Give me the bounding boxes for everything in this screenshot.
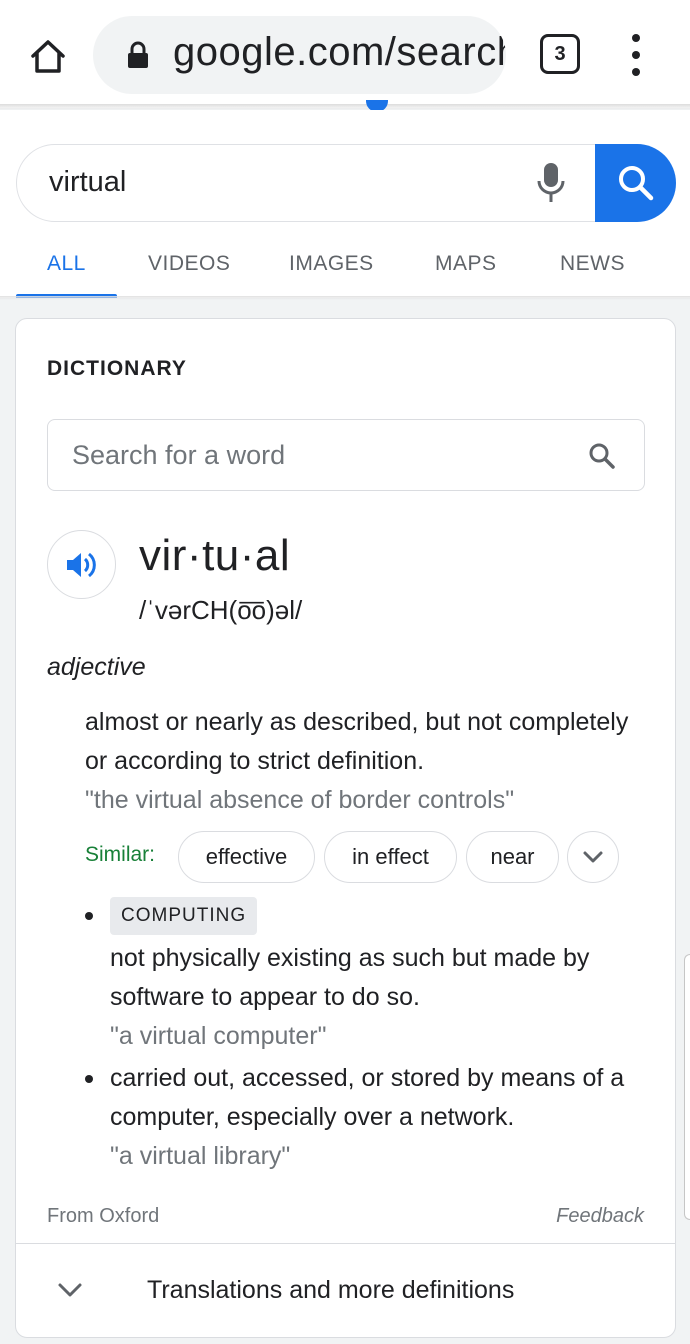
pronunciation-audio-button[interactable] <box>47 530 116 599</box>
sense-text: carried out, accessed, or stored by mean… <box>110 1064 625 1131</box>
word-search-box[interactable] <box>47 419 645 491</box>
sense-example: "a virtual computer" <box>110 1022 327 1050</box>
headword: vir·tu·al <box>139 531 291 580</box>
tab-switcher-button[interactable]: 3 <box>540 34 580 74</box>
tab-images[interactable]: IMAGES <box>289 252 374 276</box>
source-label: From Oxford <box>47 1205 160 1227</box>
part-of-speech: adjective <box>47 653 146 681</box>
search-box[interactable]: virtual <box>16 143 676 222</box>
search-header: virtual ALL VIDEOS IMAGES MAPS NEWS <box>0 110 690 298</box>
similar-words: Similar: effective in effect near <box>85 831 665 883</box>
speaker-icon <box>66 552 96 577</box>
similar-chip[interactable]: in effect <box>324 831 457 883</box>
pronunciation: /ˈvərCH(o͞o)əl/ <box>139 595 303 625</box>
tab-maps[interactable]: MAPS <box>435 252 497 276</box>
definition-1: almost or nearly as described, but not c… <box>85 703 645 820</box>
expand-similar-button[interactable] <box>567 831 619 883</box>
bullet <box>85 1075 93 1083</box>
mic-icon[interactable] <box>535 161 567 205</box>
home-icon <box>31 40 65 73</box>
similar-chip[interactable]: near <box>466 831 559 883</box>
dictionary-card: DICTIONARY vir·tu·al /ˈvərCH(o͞o)əl/ adj… <box>15 318 676 1338</box>
feedback-link[interactable]: Feedback <box>556 1205 644 1228</box>
lock-icon <box>128 41 148 68</box>
definition-example: "the virtual absence of border controls" <box>85 786 515 814</box>
address-bar[interactable]: google.com/search <box>93 16 506 94</box>
domain-label: COMPUTING <box>110 897 258 935</box>
tab-all[interactable]: ALL <box>47 252 86 276</box>
tabs-icon-count: 3 <box>554 42 566 65</box>
chevron-down-icon <box>58 1283 82 1297</box>
search-icon <box>618 165 653 200</box>
card-title: DICTIONARY <box>47 357 187 380</box>
header-shadow <box>0 296 690 300</box>
tab-news[interactable]: NEWS <box>560 252 625 276</box>
home-button[interactable] <box>22 30 74 82</box>
sense-example: "a virtual library" <box>110 1142 291 1170</box>
search-button[interactable] <box>595 143 676 222</box>
more-definitions-label: Translations and more definitions <box>147 1276 515 1304</box>
scrollbar[interactable] <box>684 954 690 1220</box>
more-vert-icon[interactable] <box>622 34 650 76</box>
similar-label: Similar: <box>85 843 156 866</box>
tab-videos[interactable]: VIDEOS <box>148 252 230 276</box>
word-search-input[interactable] <box>72 434 552 476</box>
search-icon[interactable] <box>588 442 616 470</box>
browser-toolbar: google.com/search 3 <box>0 0 690 108</box>
similar-chip[interactable]: effective <box>178 831 315 883</box>
bullet <box>85 912 93 920</box>
definition-text: almost or nearly as described, but not c… <box>85 708 629 775</box>
search-tabs: ALL VIDEOS IMAGES MAPS NEWS <box>0 246 690 298</box>
url-text: google.com/search <box>173 30 506 74</box>
chevron-down-icon <box>583 851 603 863</box>
more-definitions-row[interactable]: Translations and more definitions <box>16 1244 675 1337</box>
sense-text: not physically existing as such but made… <box>110 944 590 1011</box>
search-input[interactable]: virtual <box>49 166 126 199</box>
